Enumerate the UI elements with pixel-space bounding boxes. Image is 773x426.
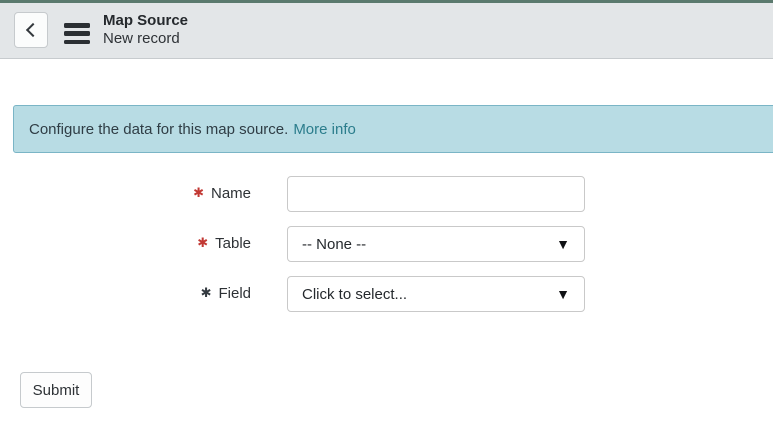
field-select[interactable]: Click to select... ▼ <box>287 276 585 312</box>
required-icon: ✱ <box>193 185 204 200</box>
dropdown-arrow-icon: ▼ <box>556 286 570 302</box>
info-banner: Configure the data for this map source. … <box>13 105 773 153</box>
table-label: ✱ Table <box>100 226 251 262</box>
info-banner-message: Configure the data for this map source. <box>29 120 289 138</box>
field-label: ✱ Field <box>100 276 251 312</box>
back-button[interactable] <box>14 12 48 48</box>
field-select-value: Click to select... <box>302 285 408 303</box>
form-row-field: ✱ Field Click to select... ▼ <box>0 276 773 312</box>
form-row-name: ✱ Name <box>0 176 773 212</box>
required-icon: ✱ <box>197 235 209 250</box>
hamburger-icon <box>64 23 90 28</box>
page-title: Map Source <box>103 12 189 29</box>
more-info-link[interactable]: More info <box>293 121 356 138</box>
table-select[interactable]: -- None -- ▼ <box>287 226 585 262</box>
table-select-value: -- None -- <box>302 235 367 253</box>
dropdown-arrow-icon: ▼ <box>556 236 570 252</box>
header-bar: Map Source New record <box>0 3 773 59</box>
submit-button[interactable]: Submit <box>20 372 92 408</box>
required-icon: ✱ <box>200 285 212 300</box>
chevron-left-icon <box>25 22 40 38</box>
form-row-table: ✱ Table -- None -- ▼ <box>0 226 773 262</box>
name-input[interactable] <box>287 176 585 212</box>
name-label: ✱ Name <box>100 176 251 212</box>
context-menu-button[interactable] <box>64 23 90 44</box>
page-subtitle: New record <box>103 30 180 47</box>
title-block: Map Source New record <box>103 12 188 48</box>
